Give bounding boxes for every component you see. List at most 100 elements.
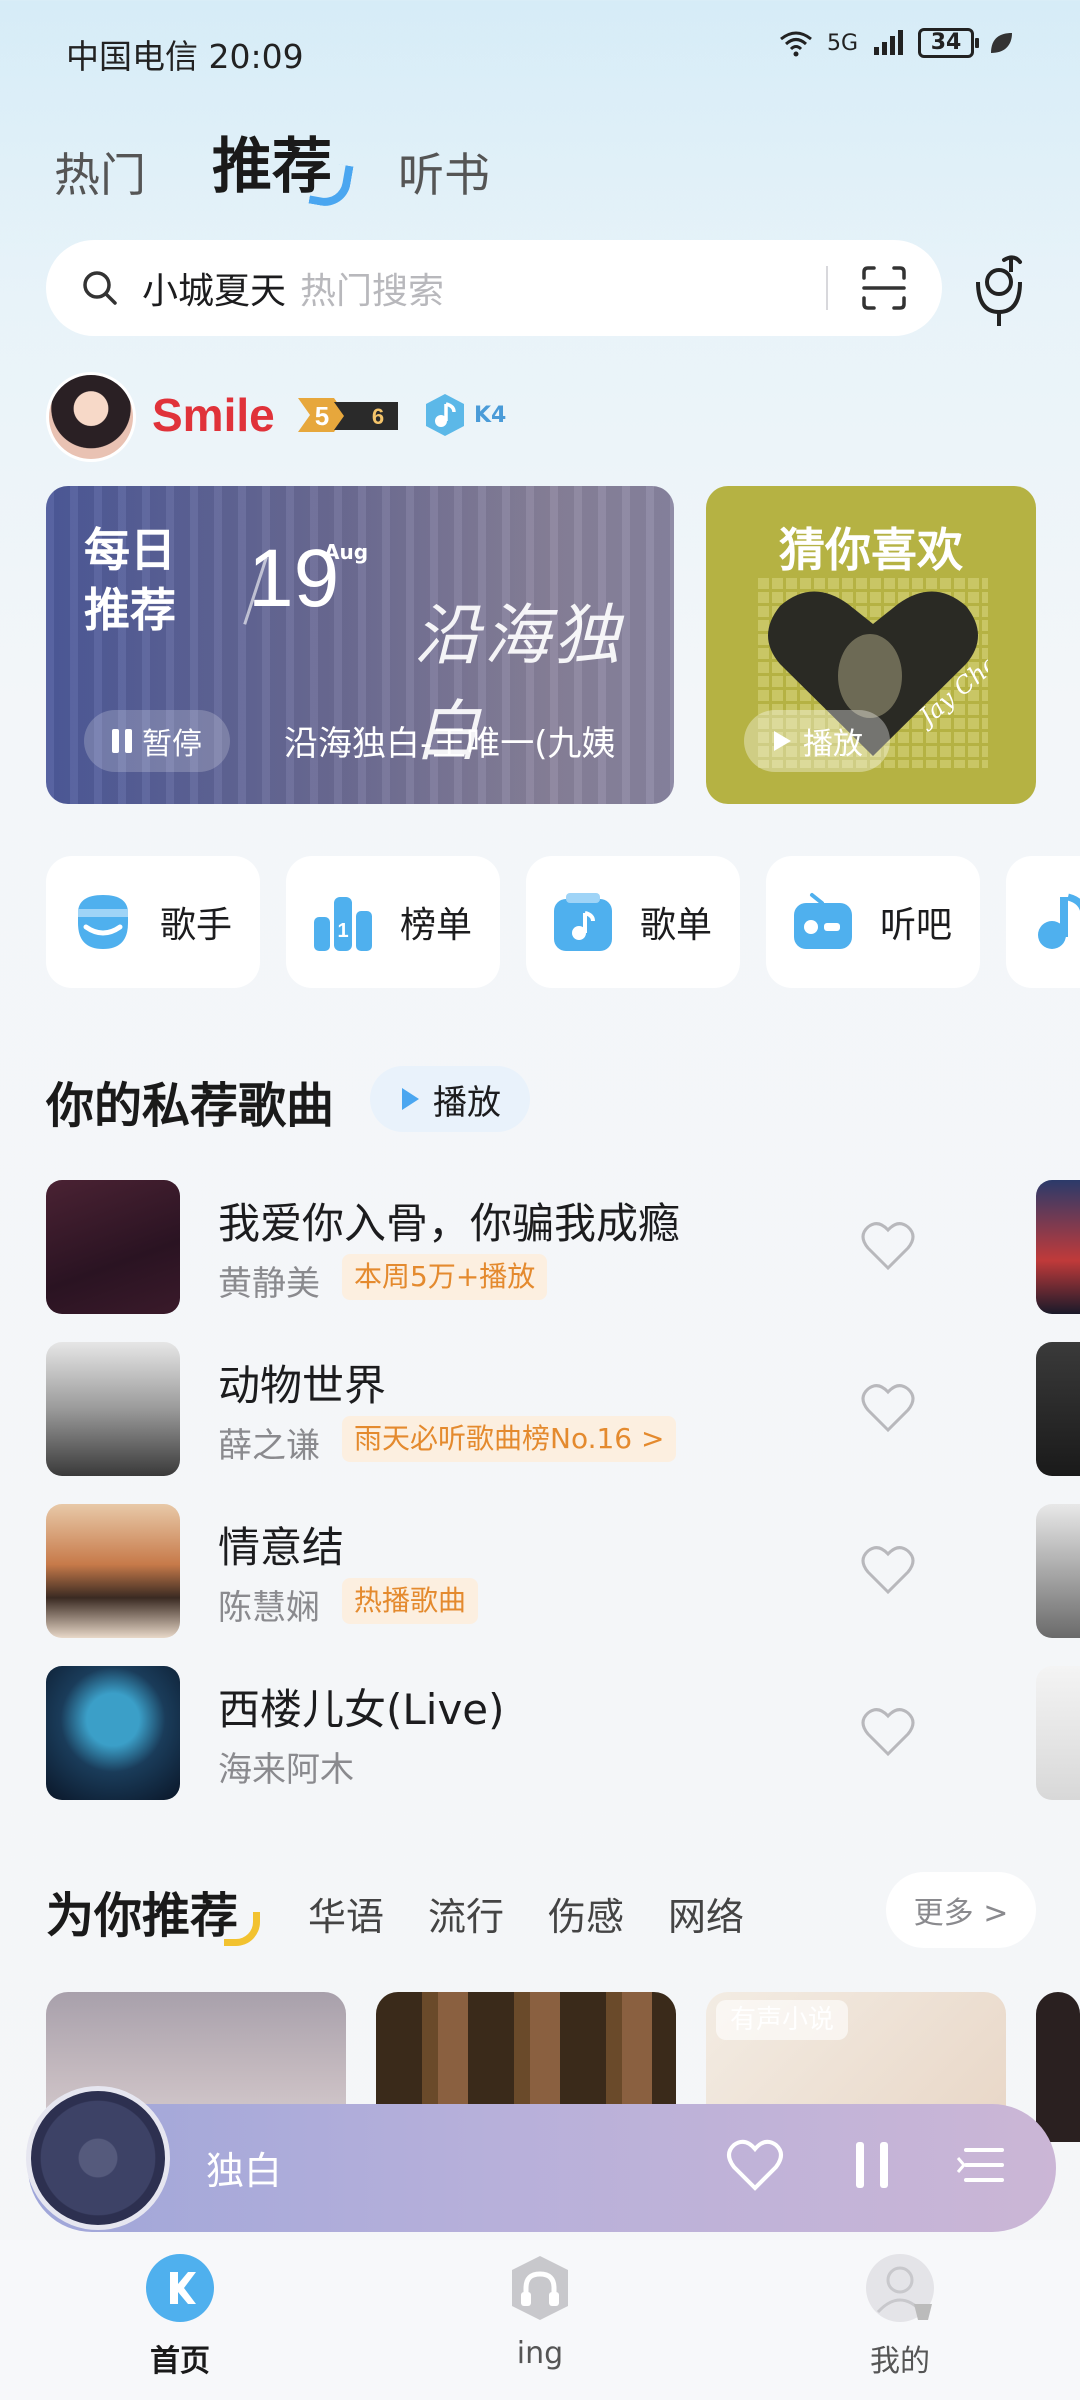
song-cover-peek (1036, 1342, 1080, 1476)
search-placeholder: 热门搜索 (300, 271, 445, 312)
private-songs-play-label: 播放 (433, 1082, 501, 1123)
sublevel-number: 6 (372, 404, 384, 429)
nav-ing[interactable]: ing (450, 2252, 630, 2371)
shortcut-singer-label: 歌手 (160, 905, 233, 946)
guess-you-like-card[interactable]: 猜你喜欢 Jay Chou 播放 (706, 486, 1036, 804)
song-artist: 薛之谦 (218, 1426, 320, 1466)
song-cover-peek (1036, 1504, 1080, 1638)
shortcut-chart[interactable]: 1 榜单 (286, 856, 500, 988)
network-type: 5G (826, 30, 858, 56)
top-tabs: 热门 推荐 听书 (54, 118, 490, 205)
song-artist: 黄静美 (218, 1264, 320, 1304)
pause-icon (112, 729, 132, 753)
song-row[interactable]: 动物世界 薛之谦 雨天必听歌曲榜No.16 > (46, 1342, 1080, 1480)
scan-icon[interactable] (858, 262, 910, 314)
play-icon (402, 1088, 419, 1110)
category-sad[interactable]: 伤感 (548, 1886, 624, 1941)
song-cover (46, 1504, 180, 1638)
heart-icon[interactable] (726, 2138, 784, 2192)
heart-icon[interactable] (860, 1706, 916, 1758)
nav-profile-label: 我的 (870, 2344, 930, 2379)
song-row[interactable]: 西楼儿女(Live) 海来阿木 (46, 1666, 1080, 1804)
signal-icon (874, 30, 903, 55)
search-icon (83, 271, 117, 305)
daily-month: Aug (324, 540, 369, 564)
recommend-card-peek[interactable] (1036, 1992, 1080, 2142)
profile-icon (866, 2254, 934, 2322)
audiobook-tag: 有声小说 (716, 2000, 849, 2040)
music-note-icon (1038, 893, 1080, 949)
category-internet[interactable]: 网络 (668, 1886, 744, 1941)
mini-player-title: 独白 (206, 2149, 283, 2193)
more-button[interactable]: 更多 > (886, 1872, 1036, 1948)
shortcut-row: 歌手 1 榜单 歌单 听吧 (46, 856, 1080, 988)
leaf-icon (991, 33, 1012, 53)
pause-icon[interactable] (856, 2142, 888, 2188)
search-query: 小城夏天 (142, 271, 287, 312)
category-pop[interactable]: 流行 (428, 1886, 504, 1941)
daily-title: 每日推荐 (84, 523, 176, 637)
headphones-icon (512, 2256, 568, 2320)
song-cover (46, 1180, 180, 1314)
recommend-title: 为你推荐 (46, 1888, 239, 1944)
song-row[interactable]: 我爱你入骨，你骗我成瘾 黄静美 本周5万+播放 (46, 1180, 1080, 1318)
song-title: 动物世界 (218, 1361, 387, 1410)
playlist-icon (554, 893, 612, 951)
radio-icon (794, 893, 852, 949)
k-level-badge[interactable]: K4 (422, 392, 506, 438)
shortcut-singer[interactable]: 歌手 (46, 856, 260, 988)
voice-search-icon[interactable] (964, 252, 1034, 332)
guess-title: 猜你喜欢 (779, 523, 963, 577)
user-avatar[interactable] (46, 372, 136, 462)
status-icons: 5G 34 (779, 28, 1014, 58)
shortcut-more[interactable] (1006, 856, 1080, 988)
category-chinese[interactable]: 华语 (308, 1886, 384, 1941)
shortcut-playlist[interactable]: 歌单 (526, 856, 740, 988)
mini-player[interactable] (28, 2104, 1056, 2232)
nav-profile[interactable]: 我的 (810, 2252, 990, 2380)
private-songs-title: 你的私荐歌曲 (46, 1078, 335, 1134)
username[interactable]: Smile (152, 388, 275, 442)
level-badge-icon[interactable]: 5 6 (294, 392, 406, 438)
song-artist: 海来阿木 (218, 1750, 354, 1790)
battery-icon: 34 (918, 28, 979, 58)
nav-home-label: 首页 (150, 2344, 210, 2379)
guess-play-label: 播放 (803, 727, 863, 762)
recommend-swoosh (224, 1912, 260, 1946)
heart-icon[interactable] (860, 1220, 916, 1272)
song-cover-peek (1036, 1666, 1080, 1800)
tab-hot[interactable]: 热门 (54, 139, 146, 205)
song-title: 西楼儿女(Live) (218, 1685, 505, 1734)
song-row[interactable]: 情意结 陈慧娴 热播歌曲 (46, 1504, 1080, 1642)
wifi-icon (780, 31, 812, 57)
song-title: 情意结 (218, 1523, 345, 1572)
shortcut-chart-label: 榜单 (400, 905, 473, 946)
heart-icon[interactable] (860, 1382, 916, 1434)
playlist-queue-icon[interactable] (956, 2140, 1006, 2190)
tab-recommend[interactable]: 推荐 (212, 118, 332, 205)
shortcut-radio-label: 听吧 (880, 905, 953, 946)
recommend-categories: 华语 流行 伤感 网络 (308, 1886, 744, 1941)
nav-home[interactable]: 首页 (90, 2252, 270, 2380)
music-hex-icon (426, 394, 464, 436)
status-carrier-time: 中国电信 20:09 (66, 37, 304, 76)
shortcut-playlist-label: 歌单 (640, 905, 713, 946)
search-bar[interactable]: 小城夏天 热门搜索 (46, 240, 942, 336)
svg-text:1: 1 (337, 920, 348, 942)
tab-audiobook[interactable]: 听书 (398, 139, 490, 205)
private-songs-play-button[interactable]: 播放 (370, 1066, 530, 1132)
song-tag[interactable]: 雨天必听歌曲榜No.16 > (342, 1416, 677, 1462)
singer-icon (78, 895, 128, 949)
shortcut-radio[interactable]: 听吧 (766, 856, 980, 988)
heart-icon[interactable] (860, 1544, 916, 1596)
search-divider (826, 266, 828, 310)
guess-play-button[interactable]: 播放 (744, 710, 890, 772)
song-tag: 本周5万+播放 (342, 1254, 548, 1300)
daily-recommend-card[interactable]: 每日推荐 19 Aug 沿海独白 暂停 沿海独白-王唯一(九姨 (46, 486, 674, 804)
daily-song-title: 沿海独白-王唯一(九姨 (284, 724, 616, 764)
mini-player-cover[interactable] (26, 2086, 170, 2230)
daily-pause-button[interactable]: 暂停 (84, 710, 230, 772)
home-icon (146, 2254, 214, 2322)
song-cover (46, 1666, 180, 1800)
song-cover (46, 1342, 180, 1476)
